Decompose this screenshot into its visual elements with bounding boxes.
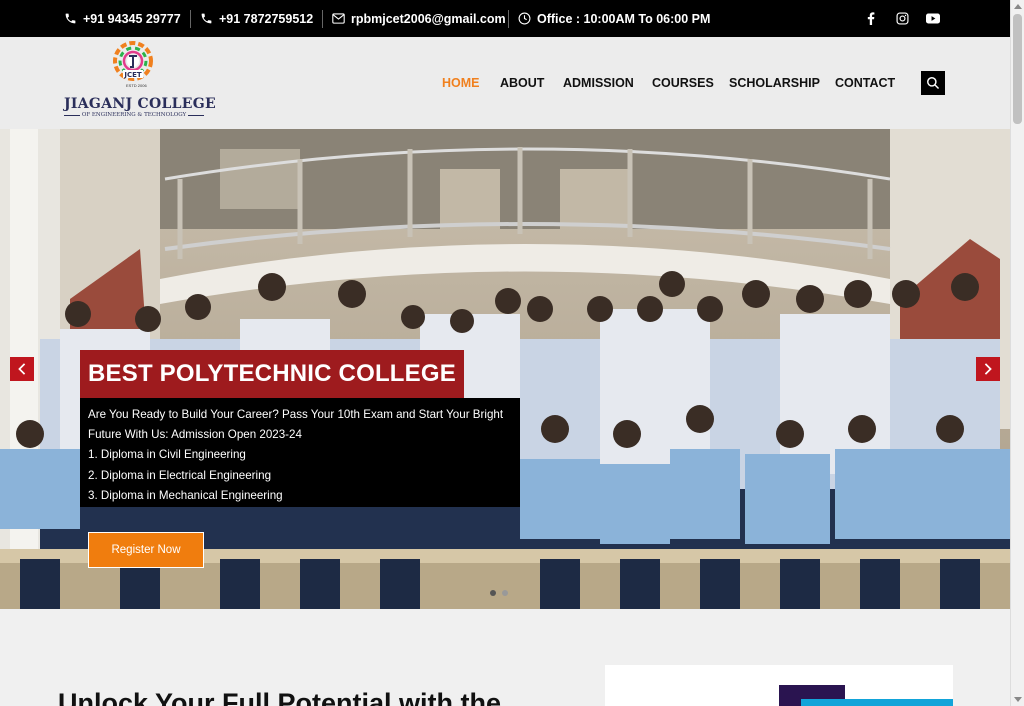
office-hours: Office : 10:00AM To 06:00 PM xyxy=(518,0,710,37)
clock-icon xyxy=(518,12,531,25)
hero-slider: BEST POLYTECHNIC COLLEGE Are You Ready t… xyxy=(0,129,1010,609)
hero-info-box: Are You Ready to Build Your Career? Pass… xyxy=(80,398,520,507)
hero-line: Are You Ready to Build Your Career? Pass… xyxy=(88,408,504,421)
nav-courses[interactable]: COURSES xyxy=(652,76,714,90)
tagline-rule xyxy=(64,114,80,116)
youtube-icon xyxy=(926,13,940,24)
slider-dots xyxy=(490,590,508,596)
nav-scholarship[interactable]: SCHOLARSHIP xyxy=(729,76,820,90)
email-link[interactable]: rpbmjcet2006@gmail.com xyxy=(332,0,506,37)
nav-about[interactable]: ABOUT xyxy=(500,76,544,90)
slider-prev-button[interactable] xyxy=(10,357,34,381)
facebook-icon xyxy=(867,12,875,25)
promo-graphic xyxy=(801,699,953,706)
college-emblem-icon[interactable]: JCET xyxy=(112,40,154,82)
logo-name[interactable]: JIAGANJ COLLEGE xyxy=(64,96,216,112)
emblem-text: JCET xyxy=(123,71,142,79)
nav-admission[interactable]: ADMISSION xyxy=(563,76,634,90)
page-scrollbar[interactable] xyxy=(1010,0,1024,706)
scroll-down-icon[interactable] xyxy=(1014,697,1022,702)
scrollbar-thumb[interactable] xyxy=(1013,14,1022,124)
divider xyxy=(322,10,323,28)
section-title: Unlock Your Full Potential with the xyxy=(58,688,502,706)
divider xyxy=(190,10,191,28)
slider-dot[interactable] xyxy=(502,590,508,596)
scroll-up-icon[interactable] xyxy=(1014,4,1022,9)
phone-2[interactable]: +91 7872759512 xyxy=(200,0,313,37)
logo-tagline: OF ENGINEERING & TECHNOLOGY xyxy=(81,112,187,118)
youtube-link[interactable] xyxy=(923,0,943,37)
slider-dot-active[interactable] xyxy=(490,590,496,596)
tagline-rule xyxy=(188,114,205,116)
nav-home[interactable]: HOME xyxy=(442,76,480,90)
search-icon xyxy=(927,77,940,90)
logo-estd: ESTD 2006 xyxy=(126,83,147,88)
phone-icon xyxy=(201,13,212,24)
phone-icon xyxy=(65,13,76,24)
search-button[interactable] xyxy=(921,71,945,95)
hero-headline: BEST POLYTECHNIC COLLEGE xyxy=(80,350,464,398)
envelope-icon xyxy=(332,13,345,24)
course-item: 2. Diploma in Electrical Engineering xyxy=(88,468,272,482)
promo-card xyxy=(605,665,953,706)
slider-next-button[interactable] xyxy=(976,357,1000,381)
course-item: 3. Diploma in Mechanical Engineering xyxy=(88,488,283,502)
divider xyxy=(508,10,509,28)
phone-1[interactable]: +91 94345 29777 xyxy=(64,0,181,37)
course-item: 1. Diploma in Civil Engineering xyxy=(88,448,246,462)
top-bar: +91 94345 29777 +91 7872759512 rpbmjcet2… xyxy=(0,0,1010,37)
office-hours-text: Office : 10:00AM To 06:00 PM xyxy=(537,11,711,26)
instagram-link[interactable] xyxy=(892,0,912,37)
chevron-right-icon xyxy=(984,363,992,375)
phone-1-text: +91 94345 29777 xyxy=(83,11,181,26)
email-text: rpbmjcet2006@gmail.com xyxy=(351,11,506,26)
chevron-left-icon xyxy=(18,363,26,375)
nav-contact[interactable]: CONTACT xyxy=(835,76,895,90)
register-now-button[interactable]: Register Now xyxy=(88,532,204,568)
facebook-link[interactable] xyxy=(861,0,881,37)
logo-tagline-row: OF ENGINEERING & TECHNOLOGY xyxy=(64,112,205,118)
instagram-icon xyxy=(895,12,909,25)
phone-2-text: +91 7872759512 xyxy=(219,11,314,26)
hero-line: Future With Us: Admission Open 2023-24 xyxy=(88,428,302,442)
